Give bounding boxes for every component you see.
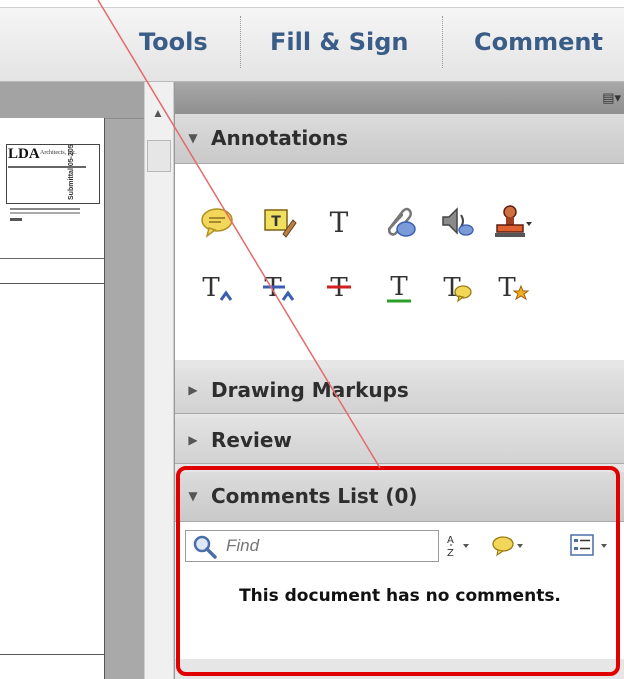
svg-text:T: T <box>498 273 516 303</box>
text-box-icon[interactable]: T <box>259 202 299 242</box>
panel-title-bar: ▤▾ <box>175 82 624 114</box>
title-line <box>10 208 80 210</box>
drawing-line <box>0 654 104 655</box>
insert-text-icon[interactable]: T <box>197 268 237 308</box>
annotations-tools: T T T T T T T T <box>175 164 624 360</box>
title-block: LDA Architects, Inc. Submittal 05-205 <box>0 134 104 259</box>
scroll-thumb[interactable] <box>147 140 171 172</box>
svg-text:T: T <box>390 272 408 302</box>
toolbar-separator <box>240 16 241 68</box>
firm-logo: LDA <box>8 146 40 162</box>
replace-text-icon[interactable]: T <box>259 268 299 308</box>
review-label: Review <box>211 428 292 452</box>
add-note-to-text-icon[interactable]: T <box>437 268 477 308</box>
vertical-scrollbar[interactable]: ▲ <box>144 82 174 679</box>
title-line <box>10 212 80 214</box>
panel-options-icon[interactable]: ▤▾ <box>602 90 621 106</box>
stamp-icon[interactable] <box>493 202 533 242</box>
document-pane: LDA Architects, Inc. Submittal 05-205 <box>0 82 144 679</box>
drawing-line <box>0 283 104 284</box>
toolbar-top-edge <box>0 0 624 8</box>
toolbar-separator <box>442 16 443 68</box>
collapsed-triangle-icon: ▶ <box>188 383 198 397</box>
side-stamp: Submittal 05-205 <box>68 144 75 200</box>
strikethrough-icon[interactable]: T <box>319 268 359 308</box>
document-page[interactable]: LDA Architects, Inc. Submittal 05-205 <box>0 118 105 679</box>
expanded-triangle-icon: ▼ <box>188 131 198 145</box>
highlight-frame <box>176 466 620 676</box>
sticky-note-icon[interactable] <box>197 202 237 242</box>
fill-sign-button[interactable]: Fill & Sign <box>270 22 409 62</box>
top-toolbar: Tools Fill & Sign Comment <box>0 0 624 82</box>
collapsed-triangle-icon: ▶ <box>188 433 198 447</box>
svg-text:T: T <box>271 214 281 230</box>
review-header[interactable]: ▶ Review <box>175 418 624 464</box>
tools-button[interactable]: Tools <box>139 22 208 62</box>
record-audio-icon[interactable] <box>437 202 477 242</box>
title-line <box>10 218 22 221</box>
svg-text:T: T <box>202 273 220 303</box>
document-top-strip <box>0 82 144 119</box>
text-tool-icon[interactable]: T <box>319 202 359 242</box>
underline-icon[interactable]: T <box>379 268 419 308</box>
comment-button[interactable]: Comment <box>474 22 603 62</box>
annotations-header[interactable]: ▼ Annotations <box>175 114 624 164</box>
attach-file-icon[interactable] <box>379 202 419 242</box>
svg-text:T: T <box>330 206 349 238</box>
annotations-label: Annotations <box>211 126 349 150</box>
drawing-markups-header[interactable]: ▶ Drawing Markups <box>175 368 624 414</box>
drawing-markups-label: Drawing Markups <box>211 378 409 402</box>
scroll-up-arrow-icon[interactable]: ▲ <box>152 106 164 120</box>
highlight-text-icon[interactable]: T <box>493 268 533 308</box>
